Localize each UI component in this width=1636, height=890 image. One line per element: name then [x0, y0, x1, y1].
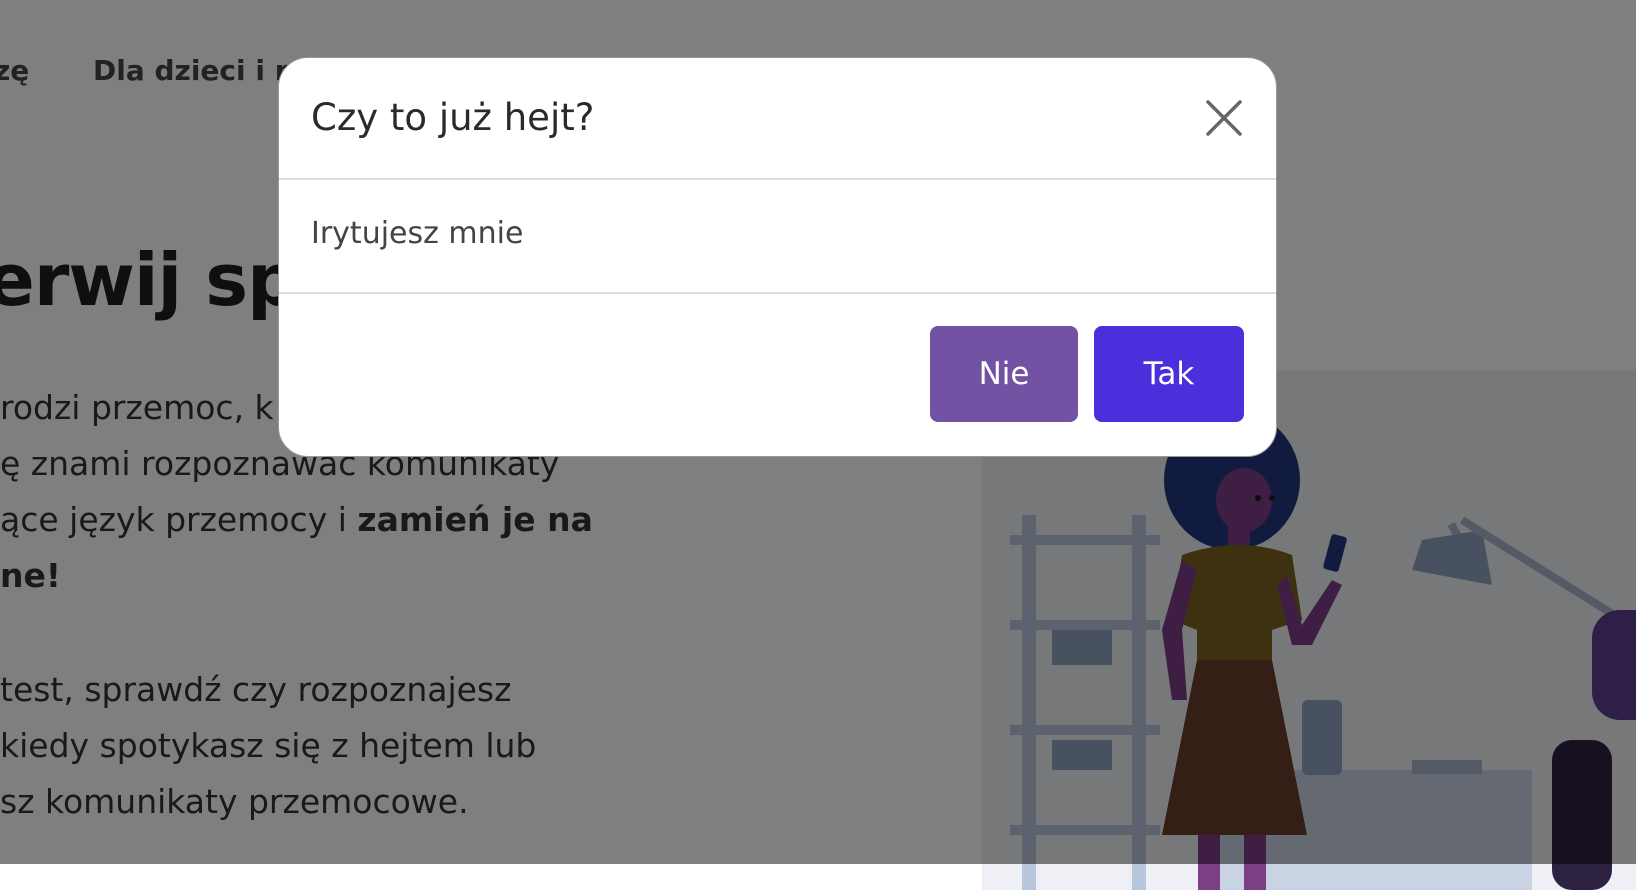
- modal-header: Czy to już hejt?: [279, 58, 1276, 180]
- modal-body: Irytujesz mnie: [279, 180, 1276, 294]
- no-button[interactable]: Nie: [930, 326, 1078, 422]
- close-button[interactable]: [1204, 98, 1244, 138]
- close-icon: [1206, 100, 1242, 136]
- yes-button[interactable]: Tak: [1094, 326, 1244, 422]
- modal-title: Czy to już hejt?: [311, 96, 595, 139]
- hate-check-modal: Czy to już hejt? Irytujesz mnie Nie Tak: [278, 57, 1277, 457]
- modal-footer: Nie Tak: [279, 294, 1276, 456]
- modal-message: Irytujesz mnie: [311, 216, 524, 251]
